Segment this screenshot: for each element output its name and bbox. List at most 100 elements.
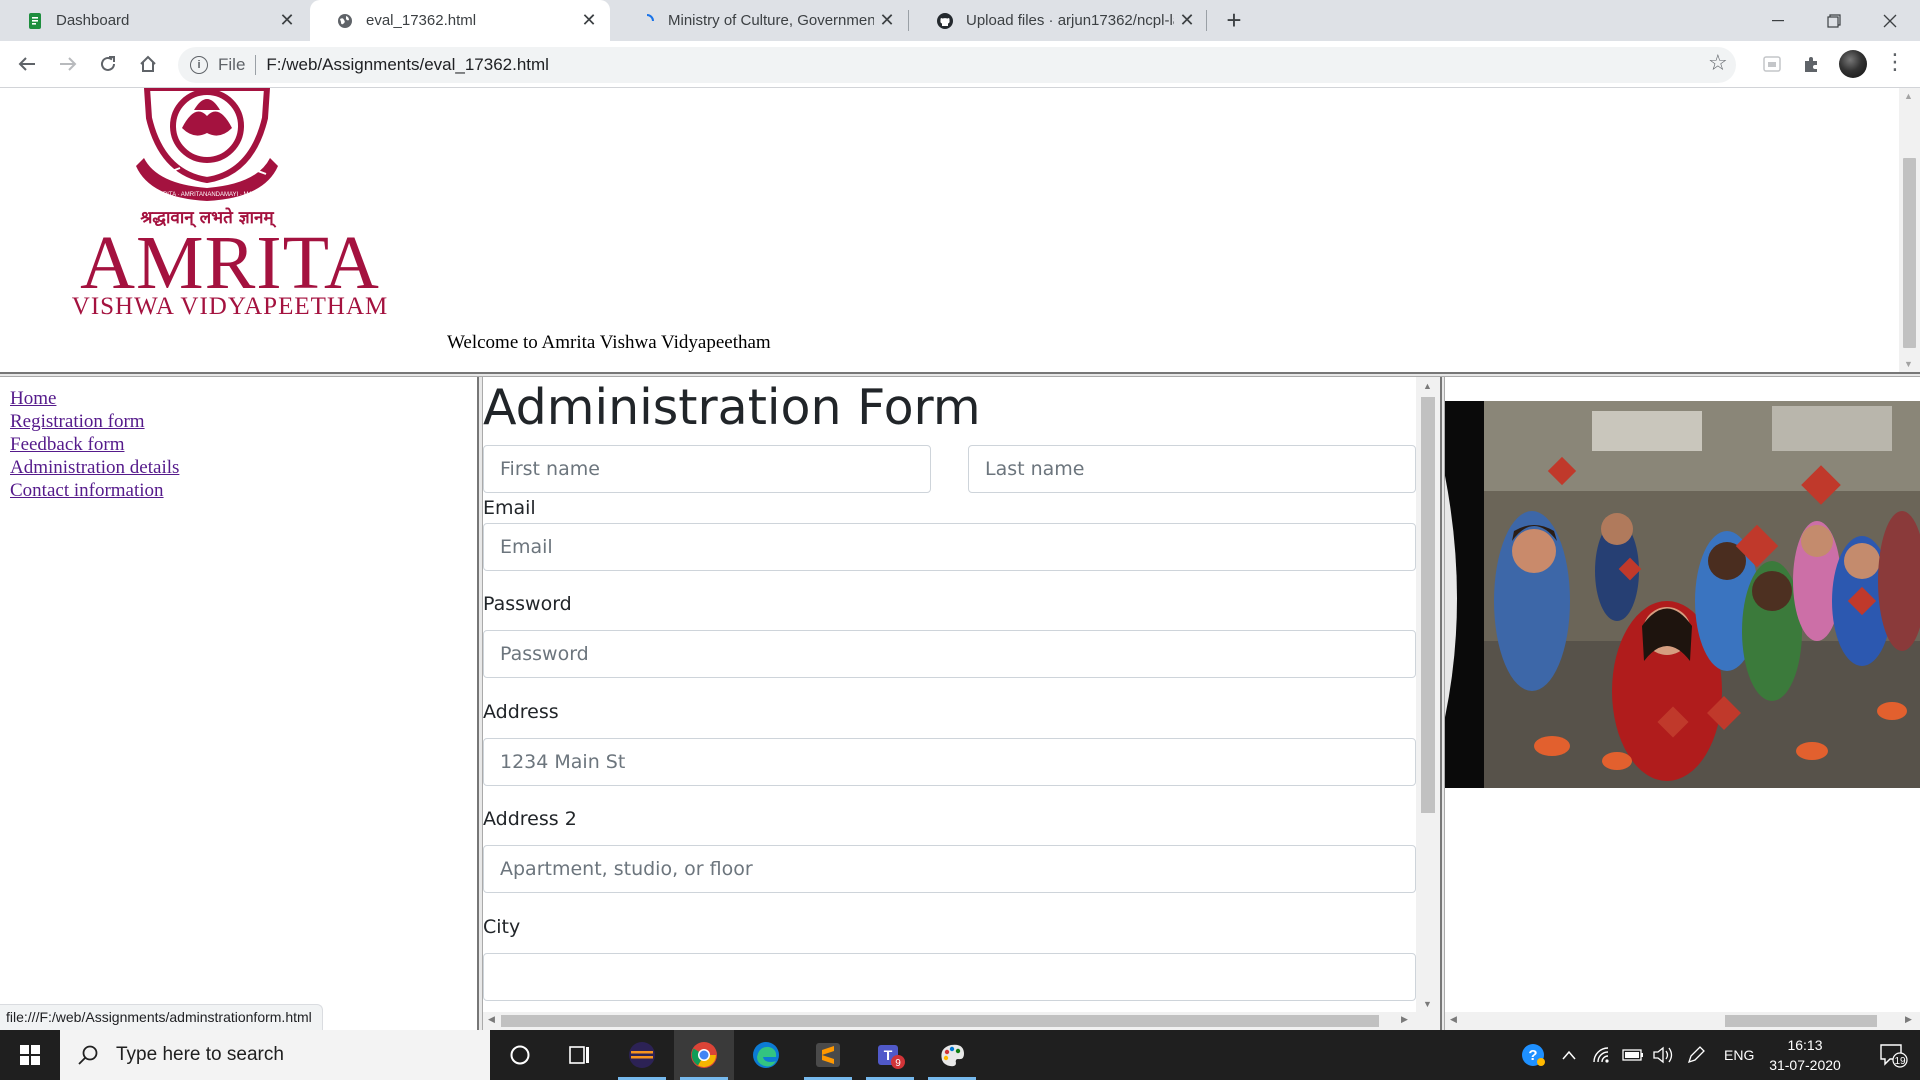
start-button[interactable] [0,1030,60,1080]
pen-icon[interactable] [1686,1030,1706,1080]
last-name-field[interactable]: Last name [968,445,1416,493]
svg-text:?: ? [1528,1047,1537,1064]
seal-text: AMRITA · AMRITANANDAMAYI · MATH [154,192,260,198]
tab-title: Upload files · arjun17362/ncpl-la [966,12,1174,29]
taskbar: Type here to search T9 ? ENG 16:13 31-07… [0,1030,1920,1080]
password-field[interactable]: Password [483,630,1416,678]
restore-button[interactable] [1806,0,1862,41]
home-button[interactable] [134,50,162,78]
battery-icon[interactable] [1622,1030,1644,1080]
new-tab-button[interactable]: + [1220,5,1248,35]
scroll-down-arrow-icon[interactable]: ▼ [1904,359,1913,369]
wifi-icon[interactable] [1592,1030,1612,1080]
menu-kebab-icon[interactable]: ⋮ [1884,49,1906,75]
scrollbar-thumb[interactable] [1421,397,1435,813]
close-icon[interactable]: ✕ [274,8,300,34]
minimize-button[interactable] [1750,0,1806,41]
nav-link-home[interactable]: Home [10,387,179,410]
nav-link-registration[interactable]: Registration form [10,410,179,433]
tab-strip: Dashboard ✕ eval_17362.html ✕ Ministry o… [0,0,1920,41]
back-button[interactable] [13,50,41,78]
logo-subtitle: VISHWA VIDYAPEETHAM [72,293,388,316]
scrollbar-thumb[interactable] [501,1015,1379,1027]
edge-app-icon[interactable] [736,1030,796,1080]
children-photo [1445,401,1920,788]
scrollbar-horizontal[interactable]: ◀ ▶ [1445,1012,1920,1030]
scroll-up-arrow-icon[interactable]: ▲ [1904,91,1913,101]
task-view-icon[interactable] [550,1030,610,1080]
volume-icon[interactable] [1652,1030,1674,1080]
welcome-text: Welcome to Amrita Vishwa Vidyapeetham [447,332,771,353]
close-window-button[interactable] [1862,0,1918,41]
tab-dashboard[interactable]: Dashboard ✕ [0,0,308,41]
nav-link-contact[interactable]: Contact information [10,479,179,502]
close-icon[interactable]: ✕ [576,8,602,34]
address2-label: Address 2 [483,808,577,830]
scroll-left-arrow-icon[interactable]: ◀ [488,1014,495,1025]
scroll-right-arrow-icon[interactable]: ▶ [1401,1014,1408,1025]
profile-avatar[interactable] [1839,50,1867,78]
extension-icon[interactable] [1759,51,1785,77]
address-label: Address [483,701,559,723]
scrollbar-horizontal[interactable]: ◀ ▶ [483,1012,1440,1030]
scrollbar-thumb[interactable] [1903,158,1916,348]
city-label: City [483,916,521,938]
language-indicator[interactable]: ENG [1724,1030,1754,1080]
tab-github[interactable]: Upload files · arjun17362/ncpl-la ✕ [910,0,1208,41]
chrome-app-icon[interactable] [674,1030,734,1080]
address2-field[interactable]: Apartment, studio, or floor [483,845,1416,893]
notification-center-icon[interactable]: 19 [1866,1030,1920,1080]
scroll-down-arrow-icon[interactable]: ▼ [1423,999,1432,1009]
clock-date: 31-07-2020 [1769,1057,1841,1073]
tab-eval[interactable]: eval_17362.html ✕ [310,0,610,41]
scroll-left-arrow-icon[interactable]: ◀ [1450,1014,1457,1025]
document-icon [26,12,44,30]
nav-links: Home Registration form Feedback form Adm… [10,387,179,502]
tab-title: Dashboard [56,12,130,29]
clock[interactable]: 16:13 31-07-2020 [1760,1035,1850,1075]
forward-button[interactable] [54,50,82,78]
divider [255,55,257,75]
nav-link-administration[interactable]: Administration details [10,456,179,479]
tab-ministry[interactable]: Ministry of Culture, Government ✕ [612,0,908,41]
cortana-icon[interactable] [490,1030,550,1080]
password-label: Password [483,593,572,615]
form-title: Administration Form [483,379,981,436]
address-field[interactable]: 1234 Main St [483,738,1416,786]
search-icon [74,1044,102,1066]
scrollbar-vertical[interactable]: ▲ ▼ [1899,88,1920,372]
email-field[interactable]: Email [483,523,1416,571]
eclipse-app-icon[interactable] [612,1030,672,1080]
tab-title: eval_17362.html [366,12,477,29]
image-frame: ◀ ▶ [1445,377,1920,1030]
paint-app-icon[interactable] [922,1030,982,1080]
status-bar-url: file:///F:/web/Assignments/adminstration… [0,1004,323,1030]
form-frame: Administration Form First name Last name… [483,377,1440,1030]
url-text: F:/web/Assignments/eval_17362.html [266,55,549,74]
sublime-app-icon[interactable] [798,1030,858,1080]
email-label: Email [483,497,536,519]
bookmark-star-icon[interactable]: ☆ [1708,50,1728,76]
tab-separator [1206,10,1207,31]
tab-separator [908,10,909,31]
puzzle-icon[interactable] [1799,51,1825,77]
clock-time: 16:13 [1787,1037,1823,1053]
scrollbar-vertical[interactable]: ▲ ▼ [1416,377,1440,1012]
city-field[interactable] [483,953,1416,1001]
close-icon[interactable]: ✕ [874,8,900,34]
scroll-up-arrow-icon[interactable]: ▲ [1423,381,1432,391]
scrollbar-thumb[interactable] [1725,1015,1877,1027]
close-icon[interactable]: ✕ [1174,8,1200,34]
address-bar[interactable]: i File F:/web/Assignments/eval_17362.htm… [178,47,1736,83]
nav-link-feedback[interactable]: Feedback form [10,433,179,456]
teams-app-icon[interactable]: T9 [860,1030,920,1080]
reload-button[interactable] [94,50,122,78]
first-name-field[interactable]: First name [483,445,931,493]
info-icon[interactable]: i [190,56,208,74]
teams-badge: 9 [895,1058,901,1069]
taskbar-search[interactable]: Type here to search [60,1030,490,1080]
scroll-right-arrow-icon[interactable]: ▶ [1905,1014,1912,1025]
page-viewport: AMRITA · AMRITANANDAMAYI · MATH श्रद्धाव… [0,88,1920,1030]
help-icon[interactable]: ? [1520,1030,1546,1080]
chevron-up-icon[interactable] [1562,1030,1576,1080]
